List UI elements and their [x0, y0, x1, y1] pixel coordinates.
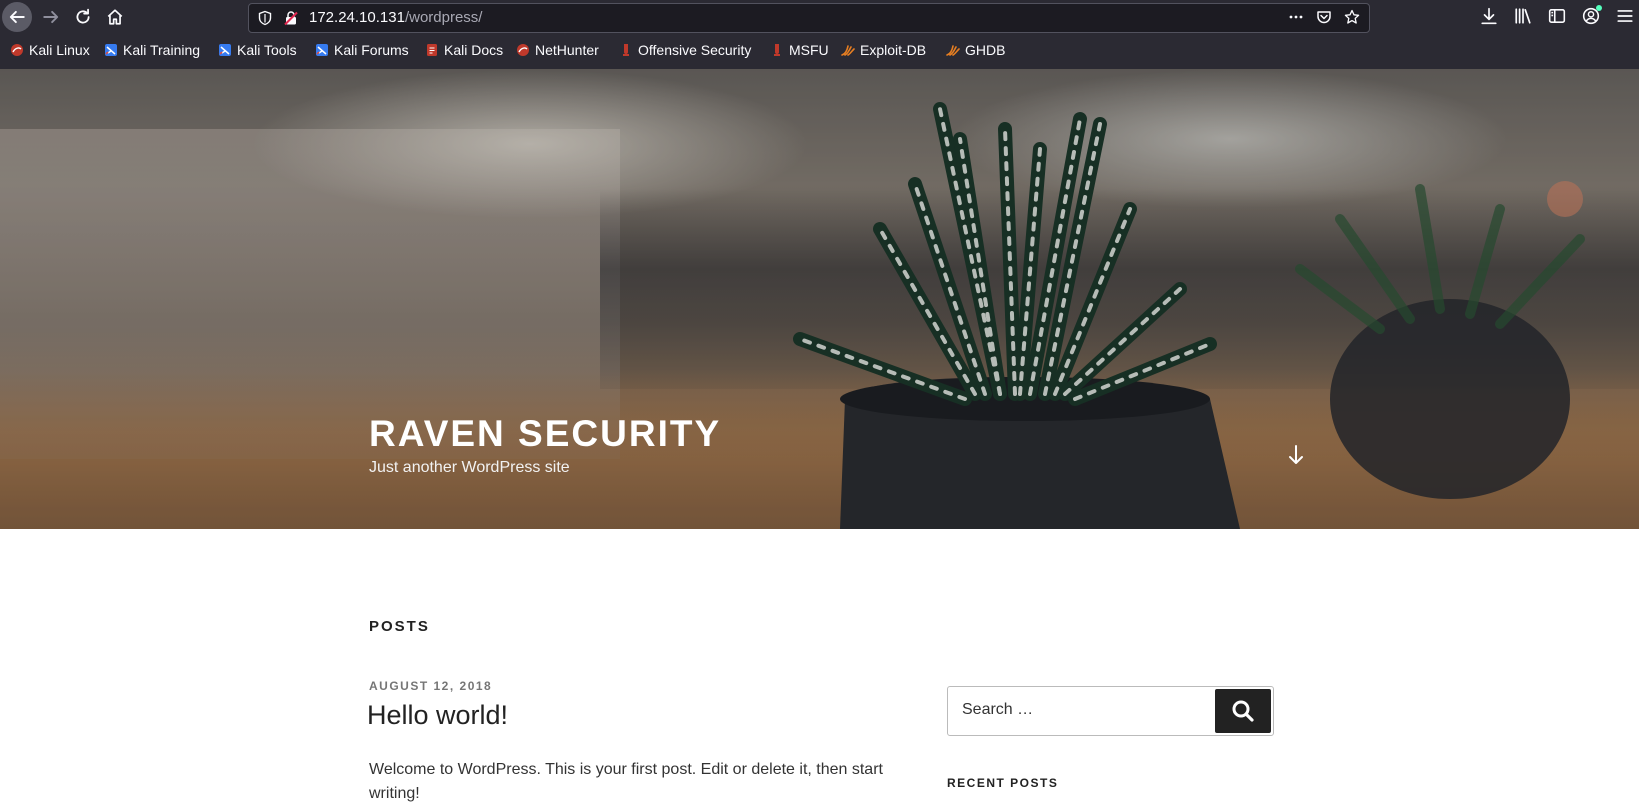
search-icon	[1232, 700, 1254, 722]
url-host: 172.24.10.131	[309, 9, 405, 26]
account-button[interactable]	[1581, 5, 1602, 26]
bookmarks-toolbar: Kali Linux Kali Training Kali Tools Kali…	[0, 34, 1639, 70]
post-date[interactable]: AUGUST 12, 2018	[369, 679, 492, 693]
url-bar[interactable]: 172.24.10.131/wordpress/	[248, 3, 1370, 33]
kali-training-icon	[105, 44, 117, 56]
notification-dot	[1596, 5, 1602, 11]
recent-posts-title: RECENT POSTS	[947, 776, 1059, 790]
bookmark-label: Kali Docs	[444, 42, 504, 58]
reload-button[interactable]	[68, 2, 98, 32]
library-button[interactable]	[1513, 6, 1533, 26]
sidebar-icon	[1548, 9, 1566, 23]
bookmark-ghdb[interactable]: GHDB	[946, 42, 1005, 58]
scroll-down-button[interactable]	[1282, 441, 1310, 469]
bookmark-exploit-db[interactable]: Exploit-DB	[841, 42, 926, 58]
pocket-button[interactable]	[1315, 8, 1333, 26]
library-icon	[1515, 8, 1531, 24]
exploit-db-icon	[841, 45, 855, 56]
search-button[interactable]	[1215, 689, 1271, 733]
menu-button[interactable]	[1615, 6, 1635, 26]
msfu-icon	[774, 44, 780, 56]
kali-docs-icon	[427, 44, 437, 56]
page-actions-button[interactable]	[1287, 8, 1305, 26]
ghdb-icon	[946, 45, 960, 56]
kali-tools-icon	[219, 44, 231, 56]
bookmark-label: GHDB	[965, 42, 1006, 58]
insecure-lock-icon[interactable]	[283, 10, 299, 26]
bookmark-label: Exploit-DB	[860, 42, 927, 58]
hamburger-menu-icon	[1617, 10, 1633, 22]
search-form	[947, 686, 1274, 736]
bookmark-label: Kali Training	[123, 42, 201, 58]
url-path: /wordpress/	[404, 9, 483, 26]
reload-icon	[76, 8, 90, 24]
forward-button[interactable]	[36, 2, 66, 32]
download-icon	[1481, 7, 1497, 25]
bookmark-label: Offensive Security	[638, 42, 752, 58]
more-dots-icon	[1289, 15, 1303, 19]
bookmark-label: Kali Linux	[29, 42, 90, 58]
post-title[interactable]: Hello world!	[367, 700, 508, 731]
header-hero-image: RAVEN SECURITY Just another WordPress si…	[0, 69, 1639, 529]
back-button[interactable]	[2, 2, 32, 32]
bookmark-label: MSFU	[789, 42, 829, 58]
kali-dragon-icon	[11, 44, 23, 56]
arrow-down-icon	[1289, 445, 1303, 464]
arrow-left-icon	[9, 10, 25, 24]
kali-forums-icon	[316, 44, 328, 56]
bookmark-label: NetHunter	[535, 42, 599, 58]
star-icon	[1344, 9, 1360, 24]
bookmark-kali-tools[interactable]: Kali Tools	[218, 42, 297, 58]
browser-toolbar: 172.24.10.131/wordpress/	[0, 0, 1639, 34]
bookmark-kali-linux[interactable]: Kali Linux	[10, 42, 90, 58]
bookmark-label: Kali Tools	[237, 42, 297, 58]
posts-section-title: POSTS	[369, 618, 430, 635]
url-text[interactable]: 172.24.10.131/wordpress/	[309, 9, 482, 26]
post-excerpt: Welcome to WordPress. This is your first…	[369, 761, 883, 802]
arrow-right-icon	[43, 10, 59, 24]
bookmark-offensive-security[interactable]: Offensive Security	[619, 42, 751, 58]
home-button[interactable]	[100, 2, 130, 32]
bookmark-msfu[interactable]: MSFU	[770, 42, 829, 58]
site-description: Just another WordPress site	[369, 459, 570, 476]
bookmark-kali-forums[interactable]: Kali Forums	[315, 42, 409, 58]
bookmark-nethunter[interactable]: NetHunter	[516, 42, 599, 58]
search-input[interactable]	[960, 700, 1214, 720]
bookmark-kali-training[interactable]: Kali Training	[104, 42, 200, 58]
bookmark-kali-docs[interactable]: Kali Docs	[425, 42, 503, 58]
home-icon	[107, 9, 123, 25]
bookmark-star-button[interactable]	[1343, 8, 1361, 26]
bookmark-label: Kali Forums	[334, 42, 409, 58]
offsec-icon	[623, 44, 629, 56]
pocket-icon	[1317, 11, 1331, 24]
nethunter-icon	[517, 44, 529, 56]
sidebar-button[interactable]	[1547, 6, 1567, 26]
downloads-button[interactable]	[1479, 6, 1499, 26]
tracking-protection-icon[interactable]	[257, 10, 273, 26]
site-title[interactable]: RAVEN SECURITY	[369, 413, 721, 455]
